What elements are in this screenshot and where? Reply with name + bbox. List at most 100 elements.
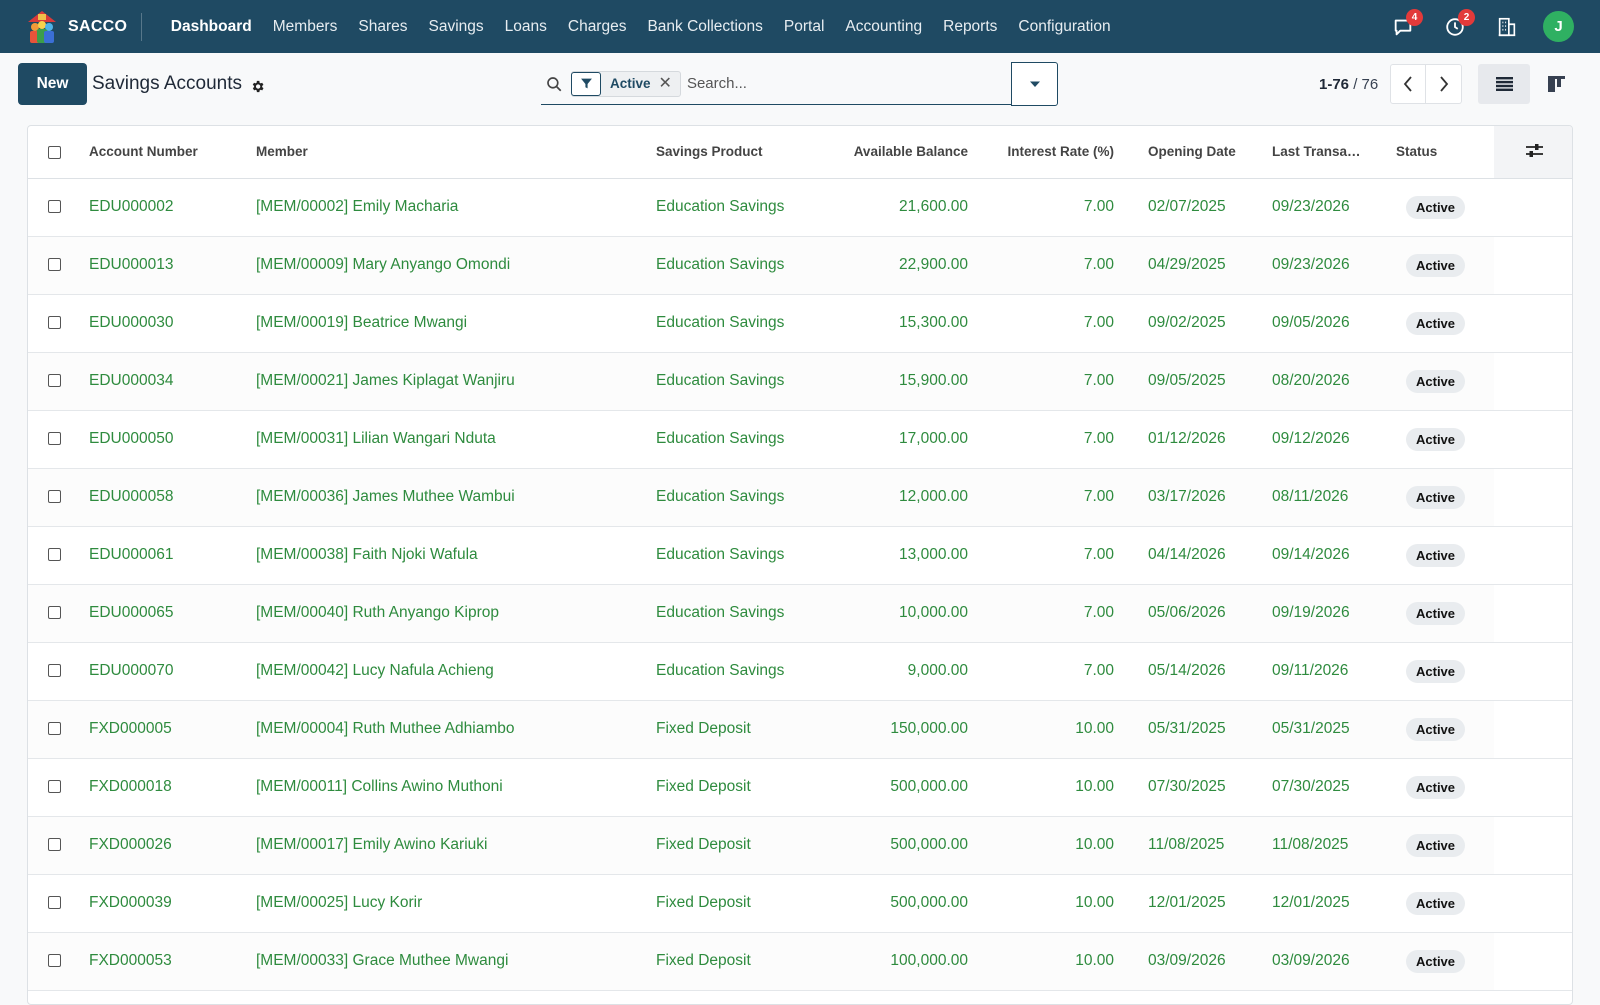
member-cell[interactable]: [MEM/00004] Ruth Muthee Adhiambo bbox=[248, 700, 648, 759]
account-number-cell[interactable]: EDU000058 bbox=[81, 468, 248, 527]
opening-date-cell[interactable]: 03/17/2026 bbox=[1122, 468, 1246, 527]
savings-product-cell[interactable]: Education Savings bbox=[648, 236, 838, 295]
column-header-member[interactable]: Member bbox=[248, 126, 648, 179]
table-row[interactable]: EDU000002 [MEM/00002] Emily Macharia Edu… bbox=[28, 178, 1572, 237]
account-number-cell[interactable]: EDU000034 bbox=[81, 352, 248, 411]
interest-rate-cell[interactable]: 7.00 bbox=[976, 352, 1122, 411]
savings-product-cell[interactable]: Education Savings bbox=[648, 584, 838, 643]
last-transaction-cell[interactable]: 11/08/2025 bbox=[1246, 816, 1370, 875]
user-avatar[interactable]: J bbox=[1543, 11, 1574, 42]
opening-date-cell[interactable]: 05/14/2026 bbox=[1122, 642, 1246, 701]
menu-shares[interactable]: Shares bbox=[348, 18, 418, 36]
account-number-cell[interactable]: FXD000005 bbox=[81, 700, 248, 759]
row-checkbox[interactable] bbox=[48, 374, 61, 388]
interest-rate-cell[interactable]: 7.00 bbox=[976, 468, 1122, 527]
list-view-button[interactable] bbox=[1478, 64, 1530, 104]
select-all-checkbox[interactable] bbox=[48, 146, 61, 160]
menu-reports[interactable]: Reports bbox=[933, 18, 1008, 36]
savings-product-cell[interactable]: Education Savings bbox=[648, 410, 838, 469]
table-row[interactable]: FXD000026 [MEM/00017] Emily Awino Kariuk… bbox=[28, 816, 1572, 875]
row-checkbox[interactable] bbox=[48, 722, 61, 736]
savings-product-cell[interactable]: Education Savings bbox=[648, 642, 838, 701]
optional-columns-toggle[interactable] bbox=[1494, 126, 1572, 179]
member-cell[interactable]: [MEM/00002] Emily Macharia bbox=[248, 178, 648, 237]
interest-rate-cell[interactable]: 10.00 bbox=[976, 932, 1122, 991]
column-header-status[interactable]: Status bbox=[1370, 126, 1494, 179]
member-cell[interactable]: [MEM/00021] James Kiplagat Wanjiru bbox=[248, 352, 648, 411]
opening-date-cell[interactable]: 01/12/2026 bbox=[1122, 410, 1246, 469]
member-cell[interactable]: [MEM/00009] Mary Anyango Omondi bbox=[248, 236, 648, 295]
actions-gear-button[interactable] bbox=[250, 79, 265, 94]
available-balance-cell[interactable]: 150,000.00 bbox=[838, 700, 976, 759]
savings-product-cell[interactable]: Fixed Deposit bbox=[648, 932, 838, 991]
row-checkbox[interactable] bbox=[48, 954, 61, 968]
table-row[interactable]: EDU000070 [MEM/00042] Lucy Nafula Achien… bbox=[28, 642, 1572, 701]
last-transaction-cell[interactable]: 08/20/2026 bbox=[1246, 352, 1370, 411]
column-header-opening-date[interactable]: Opening Date bbox=[1122, 126, 1246, 179]
savings-product-cell[interactable]: Fixed Deposit bbox=[648, 700, 838, 759]
interest-rate-cell[interactable]: 10.00 bbox=[976, 816, 1122, 875]
menu-loans[interactable]: Loans bbox=[494, 18, 557, 36]
search-input[interactable] bbox=[686, 75, 987, 92]
table-row[interactable]: FXD000018 [MEM/00011] Collins Awino Muth… bbox=[28, 758, 1572, 817]
available-balance-cell[interactable]: 10,000.00 bbox=[838, 584, 976, 643]
opening-date-cell[interactable]: 09/05/2025 bbox=[1122, 352, 1246, 411]
row-checkbox[interactable] bbox=[48, 258, 61, 272]
savings-product-cell[interactable]: Education Savings bbox=[648, 526, 838, 585]
available-balance-cell[interactable]: 15,900.00 bbox=[838, 352, 976, 411]
row-checkbox[interactable] bbox=[48, 432, 61, 446]
opening-date-cell[interactable]: 05/31/2025 bbox=[1122, 700, 1246, 759]
row-checkbox[interactable] bbox=[48, 838, 61, 852]
facet-remove-button[interactable]: ✕ bbox=[659, 75, 680, 92]
last-transaction-cell[interactable]: 09/19/2026 bbox=[1246, 584, 1370, 643]
pager-value[interactable]: 1-76 / 76 bbox=[1319, 76, 1378, 93]
table-row[interactable]: EDU000061 [MEM/00038] Faith Njoki Wafula… bbox=[28, 526, 1572, 585]
opening-date-cell[interactable]: 07/30/2025 bbox=[1122, 758, 1246, 817]
interest-rate-cell[interactable]: 7.00 bbox=[976, 236, 1122, 295]
available-balance-cell[interactable]: 12,000.00 bbox=[838, 468, 976, 527]
table-row[interactable]: FXD000005 [MEM/00004] Ruth Muthee Adhiam… bbox=[28, 700, 1572, 759]
row-checkbox[interactable] bbox=[48, 780, 61, 794]
activities-button[interactable]: 2 bbox=[1439, 8, 1475, 43]
account-number-cell[interactable]: FXD000018 bbox=[81, 758, 248, 817]
available-balance-cell[interactable]: 500,000.00 bbox=[838, 874, 976, 933]
savings-product-cell[interactable]: Education Savings bbox=[648, 468, 838, 527]
account-number-cell[interactable]: EDU000065 bbox=[81, 584, 248, 643]
company-switcher-button[interactable] bbox=[1491, 11, 1523, 43]
table-row[interactable]: EDU000050 [MEM/00031] Lilian Wangari Ndu… bbox=[28, 410, 1572, 469]
table-row[interactable]: EDU000030 [MEM/00019] Beatrice Mwangi Ed… bbox=[28, 294, 1572, 353]
messages-button[interactable]: 4 bbox=[1387, 8, 1423, 43]
menu-savings[interactable]: Savings bbox=[418, 18, 494, 36]
opening-date-cell[interactable]: 12/01/2025 bbox=[1122, 874, 1246, 933]
last-transaction-cell[interactable]: 09/14/2026 bbox=[1246, 526, 1370, 585]
available-balance-cell[interactable]: 500,000.00 bbox=[838, 758, 976, 817]
savings-product-cell[interactable]: Fixed Deposit bbox=[648, 874, 838, 933]
account-number-cell[interactable]: FXD000053 bbox=[81, 932, 248, 991]
last-transaction-cell[interactable]: 03/09/2026 bbox=[1246, 932, 1370, 991]
account-number-cell[interactable]: EDU000013 bbox=[81, 236, 248, 295]
column-header-last-transaction[interactable]: Last Transac... bbox=[1246, 126, 1370, 179]
opening-date-cell[interactable]: 04/14/2026 bbox=[1122, 526, 1246, 585]
member-cell[interactable]: [MEM/00038] Faith Njoki Wafula bbox=[248, 526, 648, 585]
savings-product-cell[interactable]: Education Savings bbox=[648, 352, 838, 411]
search-options-toggle[interactable] bbox=[1011, 62, 1058, 106]
account-number-cell[interactable]: EDU000002 bbox=[81, 178, 248, 237]
available-balance-cell[interactable]: 21,600.00 bbox=[838, 178, 976, 237]
member-cell[interactable]: [MEM/00040] Ruth Anyango Kiprop bbox=[248, 584, 648, 643]
new-button[interactable]: New bbox=[18, 63, 87, 105]
row-checkbox[interactable] bbox=[48, 316, 61, 330]
last-transaction-cell[interactable]: 09/23/2026 bbox=[1246, 236, 1370, 295]
interest-rate-cell[interactable]: 7.00 bbox=[976, 584, 1122, 643]
account-number-cell[interactable]: FXD000039 bbox=[81, 874, 248, 933]
account-number-cell[interactable]: EDU000050 bbox=[81, 410, 248, 469]
last-transaction-cell[interactable]: 12/01/2025 bbox=[1246, 874, 1370, 933]
member-cell[interactable]: [MEM/00025] Lucy Korir bbox=[248, 874, 648, 933]
savings-product-cell[interactable]: Fixed Deposit bbox=[648, 758, 838, 817]
opening-date-cell[interactable]: 02/07/2025 bbox=[1122, 178, 1246, 237]
interest-rate-cell[interactable]: 10.00 bbox=[976, 758, 1122, 817]
member-cell[interactable]: [MEM/00019] Beatrice Mwangi bbox=[248, 294, 648, 353]
table-row[interactable]: EDU000034 [MEM/00021] James Kiplagat Wan… bbox=[28, 352, 1572, 411]
column-header-interest-rate[interactable]: Interest Rate (%) bbox=[976, 126, 1122, 179]
available-balance-cell[interactable]: 500,000.00 bbox=[838, 816, 976, 875]
interest-rate-cell[interactable]: 7.00 bbox=[976, 642, 1122, 701]
